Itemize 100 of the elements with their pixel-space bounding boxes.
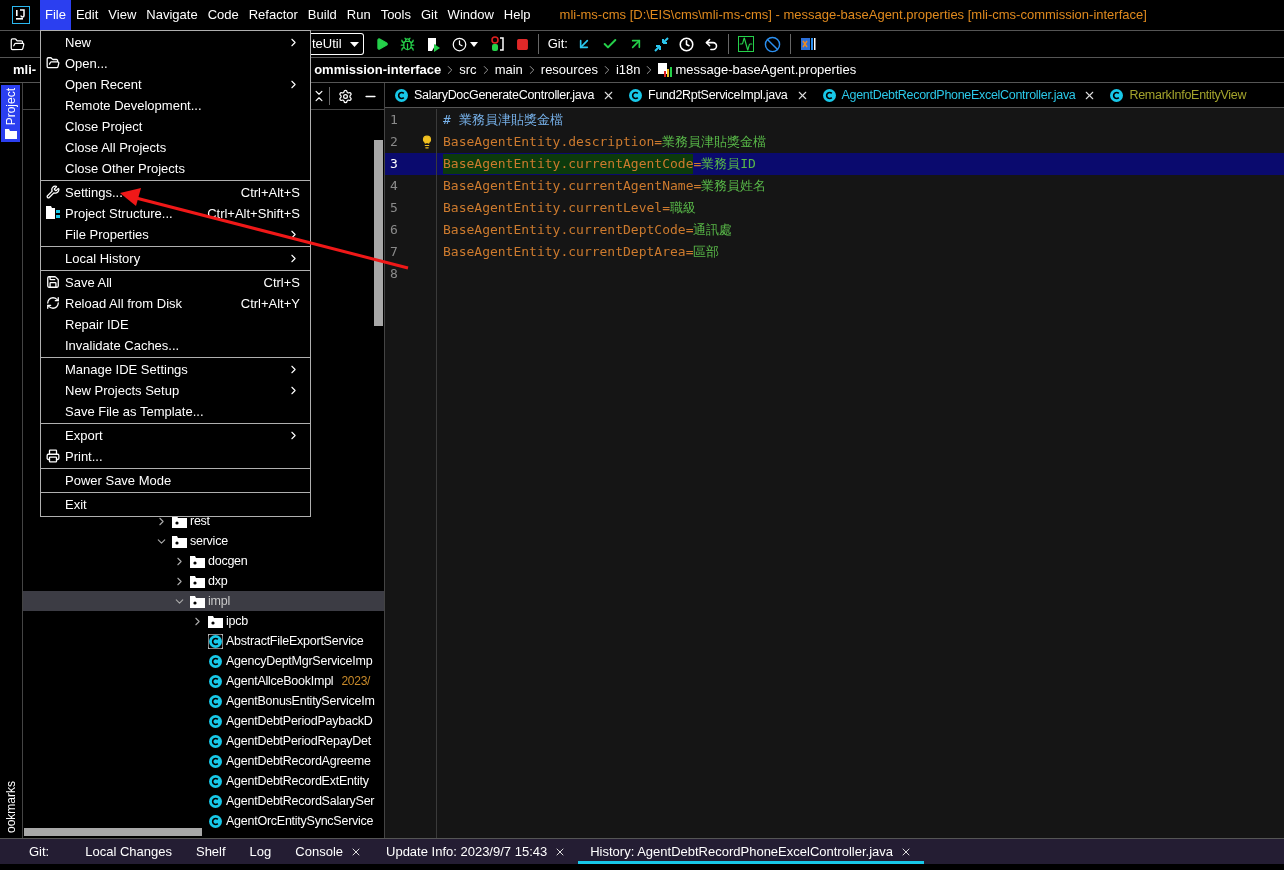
- tree-item[interactable]: AgentDebtRecordSalarySer: [23, 791, 384, 811]
- tree-item-label: AgentDebtRecordSalarySer: [226, 792, 375, 810]
- menu-bar-item[interactable]: Window: [442, 0, 499, 30]
- property-value: 業務員津貼獎金檔: [662, 133, 767, 152]
- menu-item[interactable]: Remote Development...: [41, 95, 310, 116]
- line-number: 7: [390, 243, 398, 262]
- menu-bar-item[interactable]: Navigate: [141, 0, 203, 30]
- menu-item[interactable]: Reload All from Disk Ctrl+Alt+Y: [41, 293, 310, 314]
- menu-bar-item[interactable]: Tools: [375, 0, 416, 30]
- tree-item-label: AgentAllceBookImpl: [226, 672, 334, 690]
- menu-bar-item[interactable]: Help: [498, 0, 536, 30]
- tree-item[interactable]: docgen: [23, 551, 384, 571]
- menu-item[interactable]: Close All Projects: [41, 137, 310, 158]
- menu-bar-item[interactable]: View: [103, 0, 142, 30]
- tree-item[interactable]: AgentAllceBookImpl 2023/: [23, 671, 384, 691]
- tree-item-label: AgentDebtPeriodRepayDet: [226, 732, 372, 750]
- tree-item[interactable]: service: [23, 531, 384, 551]
- menu-bar-item[interactable]: Edit: [70, 0, 104, 30]
- menu-item[interactable]: Save All Ctrl+S: [41, 272, 310, 293]
- line-number: 8: [390, 265, 398, 284]
- property-value: 區部: [693, 243, 720, 262]
- menu-item[interactable]: Exit: [41, 494, 310, 515]
- property-key: BaseAgentEntity.currentDeptArea: [443, 242, 686, 262]
- property-key: BaseAgentEntity.currentDeptCode: [443, 220, 686, 240]
- menu-item[interactable]: Export: [41, 425, 310, 446]
- breadcrumb-item[interactable]: message-baseAgent.properties: [675, 60, 857, 80]
- tree-item-label: AgentDebtPeriodPaybackD: [226, 712, 373, 730]
- editor-tab[interactable]: AgentDebtRecordPhoneExcelController.java: [812, 83, 1101, 107]
- tree-item[interactable]: AgentDebtPeriodRepayDet: [23, 731, 384, 751]
- equals-sign: =: [662, 199, 670, 218]
- editor-tab-label: RemarkInfoEntityView: [1129, 86, 1247, 104]
- equals-sign: =: [685, 243, 694, 262]
- tree-item-label: dxp: [208, 572, 228, 590]
- tree-item[interactable]: impl: [23, 591, 384, 611]
- menu-item[interactable]: Open Recent: [41, 74, 310, 95]
- menu-item[interactable]: Repair IDE: [41, 314, 310, 335]
- comment-text: # 業務員津貼獎金檔: [443, 111, 563, 130]
- menu-item[interactable]: Close Project: [41, 116, 310, 137]
- line-number: 4: [390, 177, 398, 196]
- property-key: BaseAgentEntity.currentAgentCode: [443, 154, 694, 174]
- menu-bar-item[interactable]: File: [40, 0, 71, 30]
- menu-item[interactable]: Project Structure... Ctrl+Alt+Shift+S: [41, 203, 310, 224]
- tool-window-tab[interactable]: Console: [283, 839, 374, 864]
- menu-bar-item[interactable]: Run: [341, 0, 376, 30]
- tree-item-label: AgencyDeptMgrServiceImp: [226, 652, 373, 670]
- side-tool-tab[interactable]: Project: [1, 85, 20, 143]
- menu-item[interactable]: Print...: [41, 446, 310, 467]
- git-label: Git:: [547, 35, 568, 54]
- tree-item[interactable]: AgentBonusEntityServiceIm: [23, 691, 384, 711]
- menu-item[interactable]: Invalidate Caches...: [41, 335, 310, 356]
- tree-item[interactable]: AgentDebtRecordAgreeme: [23, 751, 384, 771]
- breadcrumb-item[interactable]: main: [494, 60, 523, 80]
- tool-window-tab[interactable]: Update Info: 2023/9/7 15:43: [374, 839, 579, 864]
- shortcut-label: Ctrl+Alt+Y: [240, 294, 300, 313]
- menu-item[interactable]: Power Save Mode: [41, 470, 310, 491]
- equals-sign: =: [693, 177, 702, 196]
- shortcut-label: Ctrl+Alt+S: [240, 183, 300, 202]
- tree-item[interactable]: AbstractFileExportService: [23, 631, 384, 651]
- tree-item[interactable]: AgencyDeptMgrServiceImp: [23, 651, 384, 671]
- menu-bar-item[interactable]: Code: [202, 0, 244, 30]
- menu-item[interactable]: Open...: [41, 53, 310, 74]
- menu-item[interactable]: Settings... Ctrl+Alt+S: [41, 182, 310, 203]
- line-number: 2: [390, 133, 398, 152]
- tree-item-label: service: [190, 532, 228, 550]
- property-key: BaseAgentEntity.description: [443, 132, 655, 152]
- breadcrumb-item[interactable]: src: [459, 60, 477, 80]
- tool-window-tab[interactable]: Shelf: [183, 839, 238, 864]
- menu-item[interactable]: Local History: [41, 248, 310, 269]
- menu-bar-item[interactable]: Build: [302, 0, 342, 30]
- menu-item[interactable]: Manage IDE Settings: [41, 359, 310, 380]
- tree-item[interactable]: ipcb: [23, 611, 384, 631]
- menu-item[interactable]: Close Other Projects: [41, 158, 310, 179]
- editor-tab[interactable]: SalaryDocGenerateController.java: [385, 83, 620, 107]
- tool-window-tab[interactable]: Local Changes: [73, 839, 184, 864]
- menu-item[interactable]: File Properties: [41, 224, 310, 245]
- line-number: 6: [390, 221, 398, 240]
- line-number: 3: [390, 155, 398, 174]
- menu-item[interactable]: New: [41, 32, 310, 53]
- breadcrumb-project[interactable]: mli-: [13, 60, 37, 80]
- modified-date: 2023/: [341, 673, 371, 690]
- line-number: 5: [390, 199, 398, 218]
- property-value: 業務員ID: [701, 155, 756, 174]
- tree-item-label: impl: [208, 592, 230, 610]
- tree-item[interactable]: dxp: [23, 571, 384, 591]
- editor-tab[interactable]: Fund2RptServiceImpl.java: [619, 83, 813, 107]
- tree-item[interactable]: AgentDebtPeriodPaybackD: [23, 711, 384, 731]
- tool-window-tab[interactable]: Log: [237, 839, 284, 864]
- side-tool-tab[interactable]: ookmarks: [1, 778, 20, 836]
- tree-item[interactable]: AgentDebtRecordExtEntity: [23, 771, 384, 791]
- breadcrumb-item[interactable]: i18n: [615, 60, 641, 80]
- editor-tab[interactable]: RemarkInfoEntityView: [1100, 83, 1251, 107]
- tree-item[interactable]: AgentOrcEntitySyncService: [23, 811, 384, 831]
- menu-item[interactable]: New Projects Setup: [41, 380, 310, 401]
- git-label: Git:: [29, 842, 50, 861]
- tree-item-label: rest: [190, 512, 210, 530]
- menu-bar-item[interactable]: Refactor: [243, 0, 303, 30]
- menu-item[interactable]: Save File as Template...: [41, 401, 310, 422]
- breadcrumb-item[interactable]: resources: [540, 60, 598, 80]
- breadcrumb-item[interactable]: ommission-interface: [314, 60, 442, 80]
- menu-bar-item[interactable]: Git: [416, 0, 443, 30]
